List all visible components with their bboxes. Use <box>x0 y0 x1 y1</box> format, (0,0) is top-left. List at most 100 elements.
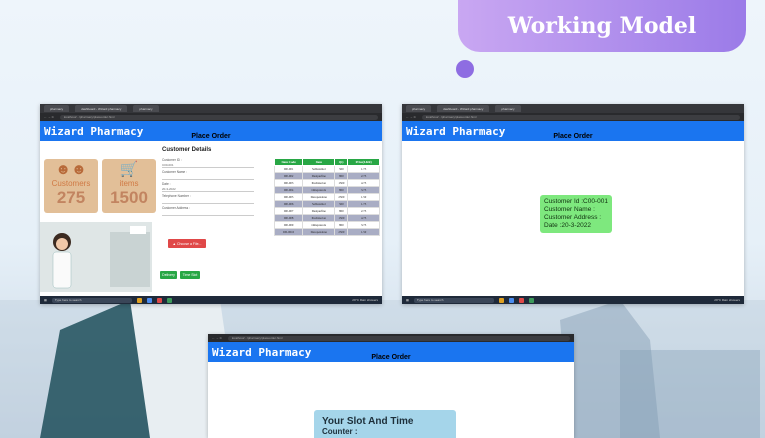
browser-tab[interactable]: dashboard - Wizard pharmacy <box>437 105 490 112</box>
nav-arrows-icon[interactable]: ← → C <box>406 115 416 119</box>
table-cell: I00-003 <box>273 179 304 187</box>
nav-arrows-icon[interactable]: ← → C <box>44 115 54 119</box>
table-row[interactable]: I00-007 Desipurfine 800 2.75 <box>273 207 380 215</box>
table-cell: I00-001 <box>273 165 304 173</box>
url-field[interactable]: localhost/.../pharmacy/placeorder.html <box>59 114 378 120</box>
address-field[interactable] <box>162 211 254 216</box>
stat-value: 275 <box>56 188 86 207</box>
table-cell: 1.75 <box>347 200 380 208</box>
customer-details-form: Customer Details Customer ID : C00-001 C… <box>162 147 254 218</box>
browser-tab[interactable]: dashboard - Wizard pharmacy <box>75 105 128 112</box>
column-header[interactable]: Item Code <box>273 158 304 166</box>
column-header[interactable]: Qty <box>334 158 349 166</box>
browser-tab[interactable]: pharmacy <box>133 105 159 112</box>
weather-status: 29°C Rain showers <box>352 298 378 302</box>
table-cell: I00-006 <box>273 200 304 208</box>
slot-time-box: Your Slot And Time Counter : <box>314 410 456 438</box>
table-cell: Desopendone <box>302 193 336 201</box>
customer-name-field[interactable] <box>162 175 254 180</box>
people-icon: ☻☻ <box>55 161 87 178</box>
app-header: Wizard Pharmacy Place Order <box>402 121 744 141</box>
table-row[interactable]: I00-003 Prednisolon 1500 4.75 <box>273 179 380 187</box>
table-cell: Omeprazole <box>302 221 336 229</box>
brand-logo[interactable]: Wizard Pharmacy <box>208 346 311 359</box>
column-header[interactable]: Item <box>302 158 336 166</box>
table-cell: Prednisolon <box>302 214 336 222</box>
app-icon[interactable] <box>528 297 534 303</box>
url-field[interactable]: localhost/.../pharmacy/placeorder.html <box>227 335 570 341</box>
section-title: Customer Details <box>162 147 212 153</box>
table-header-row: Item Code Item Qty Price(LKR) <box>273 158 380 166</box>
screenshot-slot-time: ← → C localhost/.../pharmacy/placeorder.… <box>208 334 574 438</box>
items-table: Item Code Item Qty Price(LKR) I00-001 Sal… <box>273 158 380 236</box>
telephone-field[interactable] <box>162 199 254 204</box>
date-field[interactable]: 20-3-2022 <box>162 187 254 192</box>
table-cell: 500 <box>334 200 349 208</box>
table-cell: I00-0010 <box>273 228 304 236</box>
table-row[interactable]: I00-002 Desipurfine 800 2.75 <box>273 172 380 180</box>
app-header: Wizard Pharmacy Place Order <box>208 342 574 362</box>
table-row[interactable]: I00-008 Prednisolon 1500 4.75 <box>273 214 380 222</box>
table-cell: 4.75 <box>347 214 380 222</box>
app-icon[interactable] <box>156 297 162 303</box>
screenshot-customer-summary: pharmacy dashboard - Wizard pharmacy pha… <box>402 104 744 304</box>
table-cell: 4.75 <box>347 179 380 187</box>
table-row[interactable]: I00-005 Desopendone 2500 1.50 <box>273 193 380 201</box>
taskbar-search[interactable]: Type here to search <box>413 297 494 303</box>
app-icon[interactable] <box>166 297 172 303</box>
windows-start-icon[interactable]: ▦ <box>406 298 409 302</box>
table-cell: 800 <box>334 221 349 229</box>
summary-customer-name: Customer Name : <box>544 206 595 213</box>
windows-taskbar: ▦ Type here to search 29°C Rain showers <box>40 296 382 304</box>
summary-date: Date :20-3-2022 <box>544 222 591 229</box>
customer-id-field[interactable]: C00-001 <box>162 163 254 168</box>
url-field[interactable]: localhost/.../pharmacy/placeorder.html <box>421 114 740 120</box>
weather-status: 29°C Rain showers <box>714 298 740 302</box>
table-cell: 1.50 <box>347 193 380 201</box>
table-cell: I00-008 <box>273 214 304 222</box>
taskbar-search[interactable]: Type here to search <box>51 297 132 303</box>
table-cell: Desipurfine <box>302 207 336 215</box>
slot-title: Your Slot And Time <box>322 416 414 427</box>
app-icon[interactable] <box>498 297 504 303</box>
brand-logo[interactable]: Wizard Pharmacy <box>40 125 143 138</box>
browser-tab[interactable]: pharmacy <box>44 105 70 112</box>
app-icon[interactable] <box>508 297 514 303</box>
page-title: Place Order <box>191 133 231 140</box>
table-cell: Salbutamol <box>302 165 336 173</box>
table-row[interactable]: I00-009 Omeprazole 800 3.75 <box>273 221 380 229</box>
stat-label: Customers <box>51 179 91 188</box>
page-title: Place Order <box>371 354 411 361</box>
browser-tab[interactable]: pharmacy <box>406 105 432 112</box>
table-cell: I00-004 <box>273 186 304 194</box>
brand-logo[interactable]: Wizard Pharmacy <box>402 125 505 138</box>
browser-tab[interactable]: pharmacy <box>495 105 521 112</box>
table-cell: 2500 <box>334 228 349 236</box>
counter-label: Counter : <box>322 427 358 436</box>
address-bar: ← → C localhost/.../pharmacy/placeorder.… <box>40 113 382 121</box>
summary-customer-id: Customer Id :C00-001 <box>544 198 608 205</box>
app-icon[interactable] <box>518 297 524 303</box>
pharmacist-illustration <box>40 222 152 292</box>
decorative-dot <box>456 60 474 78</box>
choose-file-label: Choose a File... <box>176 241 202 246</box>
app-icon[interactable] <box>136 297 142 303</box>
table-cell: I00-009 <box>273 221 304 229</box>
customer-summary-box: Customer Id :C00-001 Customer Name : Cus… <box>540 195 612 233</box>
choose-file-button[interactable]: ▲ Choose a File... <box>168 239 206 248</box>
table-cell: Desipurfine <box>302 172 336 180</box>
column-header[interactable]: Price(LKR) <box>347 158 380 166</box>
table-row[interactable]: I00-001 Salbutamol 500 1.75 <box>273 165 380 173</box>
page-title: Place Order <box>553 133 593 140</box>
app-icon[interactable] <box>146 297 152 303</box>
table-row[interactable]: I00-004 Omeprazole 800 3.75 <box>273 186 380 194</box>
table-cell: Salbutamol <box>302 200 336 208</box>
table-cell: 2.75 <box>347 172 380 180</box>
table-row[interactable]: I00-0010 Desopendone 2500 1.50 <box>273 228 380 236</box>
windows-start-icon[interactable]: ▦ <box>44 298 47 302</box>
nav-arrows-icon[interactable]: ← → C <box>212 336 222 340</box>
delivery-button[interactable]: Delivery <box>160 271 177 279</box>
table-row[interactable]: I00-006 Salbutamol 500 1.75 <box>273 200 380 208</box>
time-slot-button[interactable]: Time Slot <box>180 271 200 279</box>
table-cell: 2500 <box>334 193 349 201</box>
